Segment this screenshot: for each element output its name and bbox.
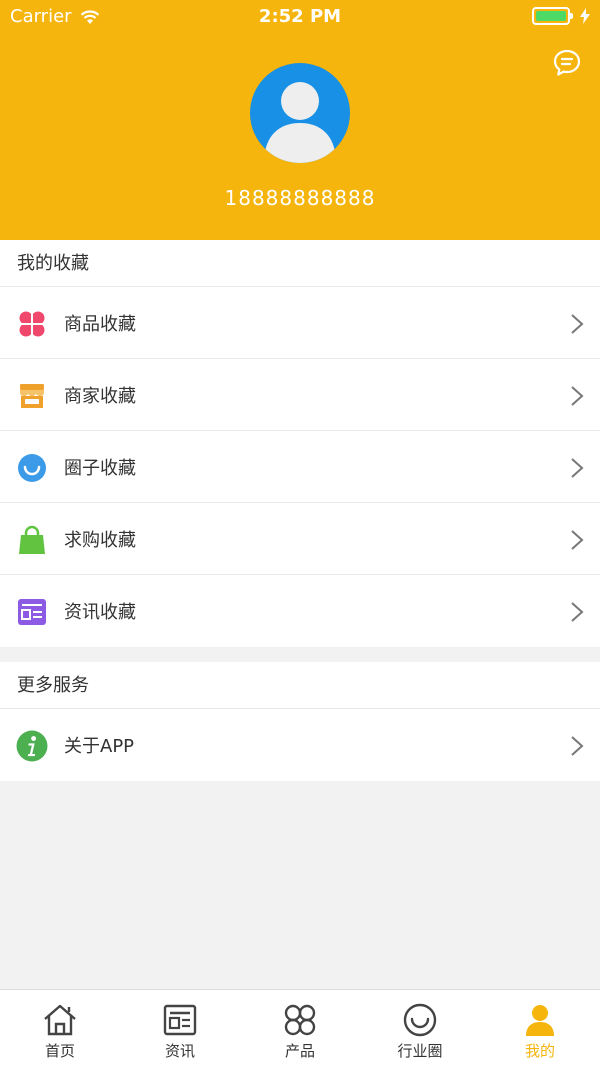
circle-smile-icon xyxy=(403,1003,437,1037)
battery-indicator xyxy=(532,7,590,25)
service-item-about[interactable]: 关于APP xyxy=(0,709,600,781)
favorite-item-circles[interactable]: 圈子收藏 xyxy=(0,431,600,503)
tab-industry-circle[interactable]: 行业圈 xyxy=(360,990,480,1067)
tab-label: 行业圈 xyxy=(397,1042,443,1060)
tab-bar: 首页 资讯 产品 行业圈 我的 xyxy=(0,989,600,1067)
status-time: 2:52 PM xyxy=(258,6,342,27)
home-icon xyxy=(44,1004,76,1036)
service-item-label: 关于APP xyxy=(64,736,135,757)
favorites-section: 我的收藏 商品收藏 商家收藏 圈子收藏 求购收藏 资讯收藏 xyxy=(0,240,600,647)
favorite-item-stores[interactable]: 商家收藏 xyxy=(0,359,600,431)
favorite-item-label: 资讯收藏 xyxy=(64,602,136,623)
chevron-right-icon xyxy=(571,736,584,756)
user-icon xyxy=(526,1005,554,1036)
chevron-right-icon xyxy=(571,530,584,550)
favorite-item-news[interactable]: 资讯收藏 xyxy=(0,575,600,647)
tab-label: 我的 xyxy=(524,1042,555,1060)
message-icon[interactable] xyxy=(552,48,582,78)
favorite-item-label: 求购收藏 xyxy=(64,529,136,551)
tab-mine[interactable]: 我的 xyxy=(480,990,600,1067)
favorite-item-products[interactable]: 商品收藏 xyxy=(0,287,600,359)
tab-label: 产品 xyxy=(284,1042,315,1060)
info-icon xyxy=(16,730,48,762)
profile-header: Carrier 2:52 PM 18888888888 xyxy=(0,0,600,240)
charging-bolt-icon xyxy=(580,8,590,24)
favorite-item-label: 商家收藏 xyxy=(64,385,136,407)
battery-icon xyxy=(532,7,573,25)
favorite-item-label: 商品收藏 xyxy=(64,313,136,335)
tab-home[interactable]: 首页 xyxy=(0,990,120,1067)
news-icon xyxy=(163,1004,197,1036)
services-section: 更多服务 关于APP xyxy=(0,662,600,781)
section-title-favorites: 我的收藏 xyxy=(0,240,600,287)
avatar[interactable] xyxy=(250,63,350,163)
news-icon xyxy=(18,599,46,625)
phone-number: 18888888888 xyxy=(224,186,376,210)
favorite-item-label: 圈子收藏 xyxy=(64,457,136,479)
chevron-right-icon xyxy=(571,602,584,622)
chevron-right-icon xyxy=(571,386,584,406)
shopping-bag-icon xyxy=(19,525,45,554)
tab-news[interactable]: 资讯 xyxy=(120,990,240,1067)
circle-smile-icon xyxy=(18,454,46,482)
chevron-right-icon xyxy=(571,458,584,478)
user-silhouette-icon xyxy=(264,82,336,163)
grid-icon xyxy=(284,1004,316,1036)
tab-products[interactable]: 产品 xyxy=(240,990,360,1067)
tab-label: 资讯 xyxy=(164,1042,195,1060)
section-title-services: 更多服务 xyxy=(0,662,600,709)
favorite-item-purchases[interactable]: 求购收藏 xyxy=(0,503,600,575)
flower-icon xyxy=(19,311,45,337)
status-bar: Carrier 2:52 PM xyxy=(0,0,600,34)
store-icon xyxy=(20,384,44,408)
chevron-right-icon xyxy=(571,314,584,334)
tab-label: 首页 xyxy=(44,1042,75,1060)
